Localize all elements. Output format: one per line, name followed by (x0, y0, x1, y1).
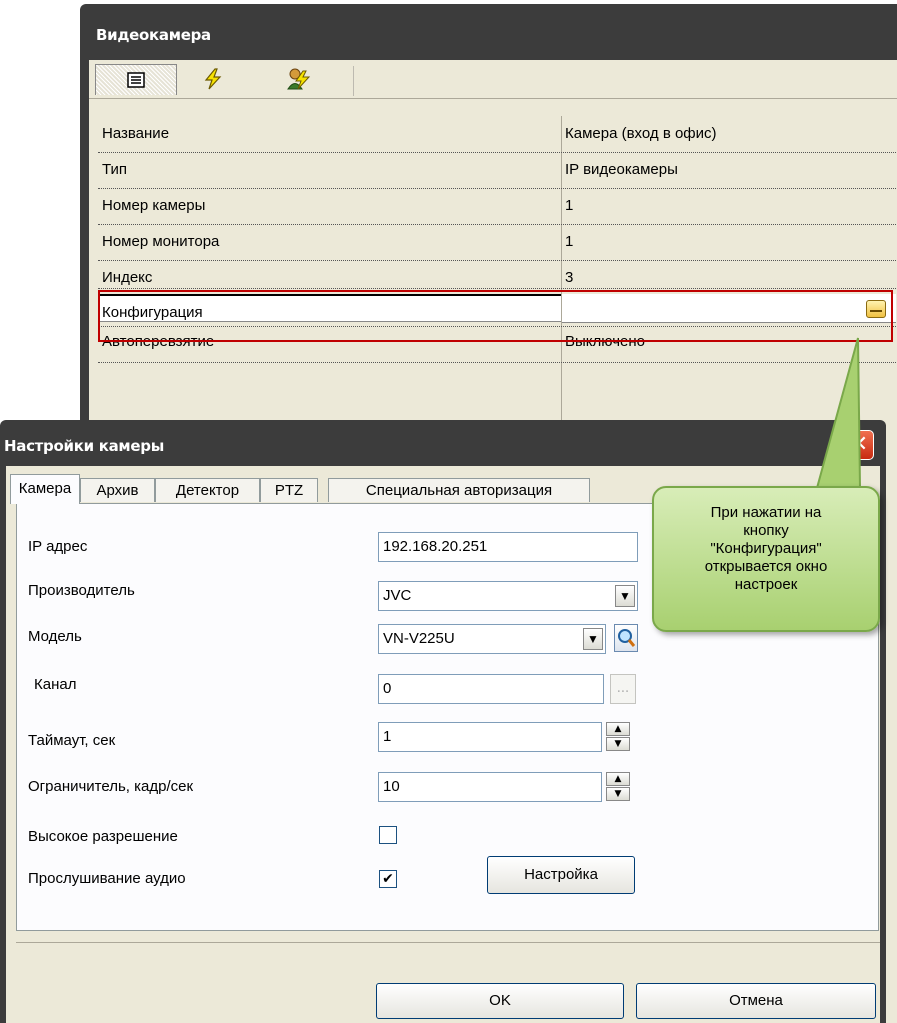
vendor-select[interactable]: JVC ▼ (378, 581, 638, 611)
limiter-label: Ограничитель, кадр/сек (28, 778, 194, 795)
chevron-down-icon[interactable]: ▼ (583, 628, 603, 650)
ok-button[interactable]: OK (376, 983, 624, 1019)
tab-ptz[interactable]: PTZ (260, 478, 318, 502)
chevron-down-icon[interactable]: ▼ (615, 585, 635, 607)
users-tab-button[interactable] (269, 64, 329, 94)
model-label: Модель (28, 628, 82, 645)
timeout-spinner[interactable]: ▲ ▼ (606, 722, 632, 752)
hires-checkbox[interactable] (379, 826, 397, 844)
tab-archive[interactable]: Архив (80, 478, 155, 502)
property-row-index[interactable]: Индекс 3 (98, 260, 896, 289)
vendor-label: Производитель (28, 582, 135, 599)
property-row-type[interactable]: Тип IP видеокамеры (98, 152, 896, 189)
close-button[interactable]: ✕ (844, 430, 874, 460)
magnifier-icon (618, 629, 636, 647)
tab-detector[interactable]: Детектор (155, 478, 260, 502)
dialog-title: Настройки камеры (4, 437, 164, 455)
model-select[interactable]: VN-V225U ▼ (378, 624, 606, 654)
property-key: Индекс (102, 269, 153, 286)
callout-line-2: кнопку (743, 522, 789, 539)
callout-line-3: "Конфигурация" (710, 540, 822, 557)
events-tab-button[interactable] (189, 64, 237, 94)
audio-checkbox[interactable]: ✔ (379, 870, 397, 888)
ip-label: IP адрес (28, 538, 88, 555)
channel-ellipsis-button[interactable]: ... (610, 674, 636, 704)
property-key: Название (102, 125, 170, 142)
tab-special-auth[interactable]: Специальная авторизация (328, 478, 590, 502)
camera-toolbar (89, 60, 897, 100)
spin-down-icon[interactable]: ▼ (606, 787, 630, 801)
property-key: Тип (102, 161, 128, 178)
footer-divider (16, 942, 880, 943)
property-key: Номер монитора (102, 233, 220, 250)
property-value: 3 (565, 269, 574, 286)
properties-icon (127, 72, 145, 88)
model-search-button[interactable] (614, 624, 638, 652)
hires-label: Высокое разрешение (28, 828, 178, 845)
timeout-input[interactable]: 1 (378, 722, 602, 752)
property-row-name[interactable]: Название Камера (вход в офис) (98, 116, 896, 153)
limiter-input[interactable]: 10 (378, 772, 602, 802)
property-value: 1 (565, 197, 574, 214)
limiter-spinner[interactable]: ▲ ▼ (606, 772, 632, 802)
model-value: VN-V225U (383, 630, 455, 647)
callout-note: При нажатии на кнопку "Конфигурация" отк… (652, 486, 880, 632)
property-value: 1 (565, 233, 574, 250)
property-key: Номер камеры (102, 197, 206, 214)
property-value: Камера (вход в офис) (565, 125, 717, 142)
highlight-configuration-box (98, 290, 893, 342)
property-row-monitor-number[interactable]: Номер монитора 1 (98, 224, 896, 261)
spin-up-icon[interactable]: ▲ (606, 722, 630, 736)
property-value: IP видеокамеры (565, 161, 678, 178)
timeout-label: Таймаут, сек (28, 732, 116, 749)
property-row-camera-number[interactable]: Номер камеры 1 (98, 188, 896, 225)
properties-grid: Название Камера (вход в офис) Тип IP вид… (98, 116, 896, 432)
channel-input[interactable]: 0 (378, 674, 604, 704)
vendor-value: JVC (383, 587, 412, 604)
audio-label: Прослушивание аудио (28, 870, 186, 887)
spin-up-icon[interactable]: ▲ (606, 772, 630, 786)
toolbar-divider (89, 98, 897, 99)
checkmark-icon: ✔ (382, 871, 394, 887)
users-icon (287, 68, 311, 90)
spin-down-icon[interactable]: ▼ (606, 737, 630, 751)
channel-label: Канал (34, 676, 77, 693)
properties-tab-button[interactable] (95, 64, 177, 95)
camera-window-title: Видеокамера (96, 26, 211, 44)
ip-address-input[interactable]: 192.168.20.251 (378, 532, 638, 562)
cancel-button[interactable]: Отмена (636, 983, 876, 1019)
tab-camera[interactable]: Камера (10, 474, 80, 504)
setup-button[interactable]: Настройка (487, 856, 635, 894)
close-icon: ✕ (849, 432, 869, 457)
toolbar-separator (353, 66, 354, 96)
callout-line-4: открывается окно (704, 558, 828, 575)
callout-line-1: При нажатии на (710, 504, 822, 521)
lightning-icon (204, 68, 222, 90)
callout-line-5: настроек (734, 576, 798, 593)
